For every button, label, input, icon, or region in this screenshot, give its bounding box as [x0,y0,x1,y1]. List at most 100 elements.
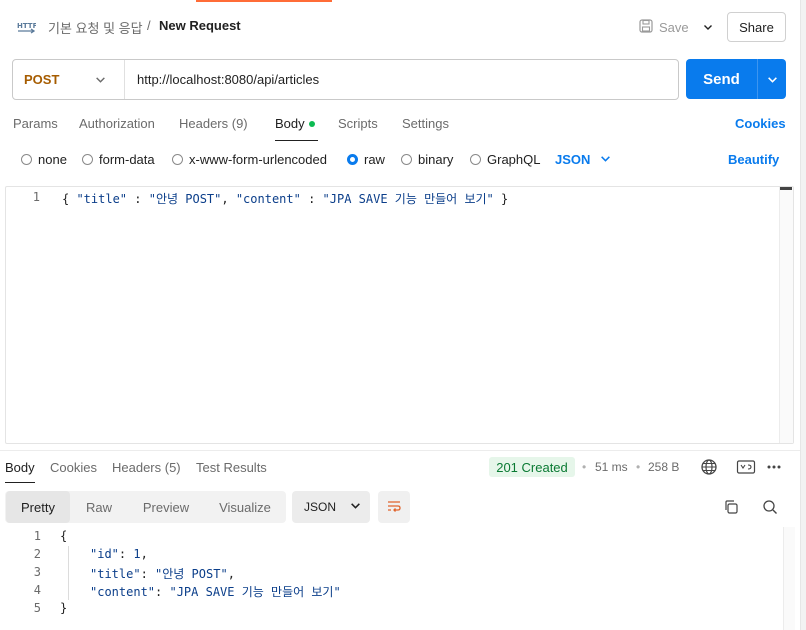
json-colon: : [155,585,170,599]
response-format-select[interactable]: JSON [292,491,370,523]
method-select[interactable]: POST [24,72,59,87]
view-tab-preview[interactable]: Preview [132,491,200,523]
copy-icon[interactable] [721,497,741,517]
tab-authorization[interactable]: Authorization [79,116,155,131]
cookies-link[interactable]: Cookies [735,116,786,131]
json-value: 1 [133,547,141,561]
active-tab-indicator [196,0,332,2]
json-value: "JPA SAVE 기능 만들어 보기" [169,585,341,599]
more-options-icon[interactable] [765,458,783,476]
json-key: "id" [90,547,119,561]
editor-scrollbar[interactable] [779,187,793,443]
code-token: : [300,192,323,206]
response-tab-cookies[interactable]: Cookies [50,460,97,475]
code-line[interactable]: "content": "JPA SAVE 기능 만들어 보기" [90,583,341,600]
radio-circle [82,154,93,165]
meta-separator: • [636,460,641,474]
radio-form-data-label: form-data [99,152,155,167]
view-tab-pretty[interactable]: Pretty [6,491,70,523]
globe-icon[interactable] [700,458,718,476]
wrap-lines-icon [386,498,402,517]
json-key: "title" [90,567,141,581]
meta-separator: • [582,460,587,474]
response-scrollbar[interactable] [783,527,795,630]
radio-form-data[interactable]: form-data [82,152,155,167]
view-tab-visualize[interactable]: Visualize [210,491,280,523]
breadcrumb-collection[interactable]: 기본 요청 및 응답 [48,18,143,37]
breadcrumb-separator: / [147,18,151,33]
response-size[interactable]: 258 B [648,460,679,474]
search-icon[interactable] [760,497,780,517]
code-token: { [62,192,77,206]
beautify-button[interactable]: Beautify [728,152,779,167]
radio-raw-label: raw [364,152,385,167]
json-comma: , [140,547,148,561]
save-options-chevron-icon[interactable] [697,13,719,41]
url-divider [124,60,125,99]
tab-scripts[interactable]: Scripts [338,116,378,131]
save-icon [639,18,653,36]
radio-graphql-label: GraphQL [487,152,541,167]
tab-body[interactable]: Body [275,116,315,131]
json-value: "안녕 POST" [155,567,228,581]
response-tab-body[interactable]: Body [5,460,35,475]
code-token: "JPA SAVE 기능 만들어 보기" [322,192,494,206]
request-url-bar [12,59,679,100]
chevron-down-icon [350,500,361,514]
radio-circle [470,154,481,165]
line-number: 1 [32,190,40,204]
request-body-editor[interactable] [5,186,794,444]
code-token: : [127,192,149,206]
response-tab-underline [5,482,35,483]
code-token: } [60,601,68,615]
editor-scrollbar-thumb[interactable] [780,187,792,190]
code-token: "안녕 POST" [148,192,222,206]
request-title[interactable]: New Request [159,18,241,33]
view-tab-raw[interactable]: Raw [76,491,122,523]
svg-text:HTTP: HTTP [17,22,36,30]
radio-raw[interactable]: raw [347,152,385,167]
save-response-icon[interactable] [736,458,756,476]
radio-circle-selected [347,154,358,165]
tab-settings[interactable]: Settings [402,116,449,131]
tab-body-label: Body [275,116,305,131]
send-options-chevron-icon[interactable] [757,59,786,99]
radio-circle [401,154,412,165]
code-token: , [221,192,236,206]
code-line[interactable]: { "title" : "안녕 POST", "content" : "JPA … [62,190,508,207]
radio-urlencoded-label: x-www-form-urlencoded [189,152,327,167]
line-number: 4 [33,583,41,597]
chevron-down-icon[interactable] [95,73,106,88]
code-line[interactable]: "id": 1, [90,547,148,561]
response-time[interactable]: 51 ms [595,460,628,474]
code-token: } [493,192,509,206]
send-button[interactable]: Send [686,59,757,99]
code-line[interactable]: "title": "안녕 POST", [90,565,235,582]
response-tab-test-results[interactable]: Test Results [196,460,267,475]
response-tab-headers[interactable]: Headers (5) [112,460,181,475]
radio-graphql[interactable]: GraphQL [470,152,540,167]
code-token: { [60,529,68,543]
tab-headers[interactable]: Headers (9) [179,116,248,131]
code-token: "title" [76,192,128,206]
status-badge[interactable]: 201 Created [489,457,575,477]
tab-active-underline [275,140,318,141]
indent-guide [68,546,69,600]
response-format-label: JSON [304,500,337,514]
code-token: "content" [235,192,301,206]
tab-params[interactable]: Params [13,116,58,131]
url-input[interactable]: http://localhost:8080/api/articles [137,72,319,87]
line-number: 5 [33,601,41,615]
radio-binary-label: binary [418,152,454,167]
json-colon: : [140,567,156,581]
json-comma: , [227,567,235,581]
radio-binary[interactable]: binary [401,152,453,167]
share-button[interactable]: Share [727,12,786,42]
radio-circle [172,154,183,165]
http-request-icon: HTTP [16,17,38,37]
radio-none[interactable]: none [21,152,67,167]
wrap-lines-button[interactable] [378,491,410,523]
radio-urlencoded[interactable]: x-www-form-urlencoded [172,152,327,167]
body-format-select[interactable]: JSON [555,152,611,167]
json-colon: : [118,547,134,561]
